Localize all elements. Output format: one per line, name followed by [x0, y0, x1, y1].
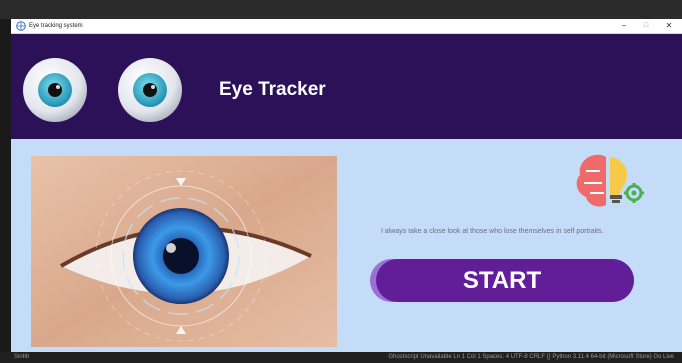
taskbar-left-text: Sinhh: [14, 354, 30, 360]
start-button[interactable]: START: [370, 259, 634, 302]
app-icon: [16, 21, 26, 31]
brain-lightbulb-gear-icon: [576, 154, 644, 207]
taskbar: Sinhh Ghostscript Unavailable Ln 1 Col 1…: [0, 352, 682, 363]
maximize-button[interactable]: □: [636, 19, 656, 33]
minimize-button[interactable]: –: [614, 19, 634, 33]
eye-scan-photo: [31, 156, 337, 347]
quote-text: I always take a close look at those who …: [381, 228, 604, 235]
eye-icon: [23, 58, 87, 122]
start-button-label: START: [462, 267, 542, 294]
window-titlebar[interactable]: Eye tracking system – □ ✕: [11, 19, 682, 34]
close-button[interactable]: ✕: [659, 19, 679, 33]
desktop-background-top: [0, 0, 682, 19]
window-title: Eye tracking system: [29, 23, 83, 29]
app-header: Eye Tracker: [11, 34, 682, 139]
eye-icon: [118, 58, 182, 122]
taskbar-status-text: Ghostscript Unavailable Ln 1 Col 1 Space…: [388, 354, 674, 360]
app-title: Eye Tracker: [219, 79, 326, 100]
app-window: Eye tracking system – □ ✕ Eye Tracker I …: [11, 19, 682, 352]
